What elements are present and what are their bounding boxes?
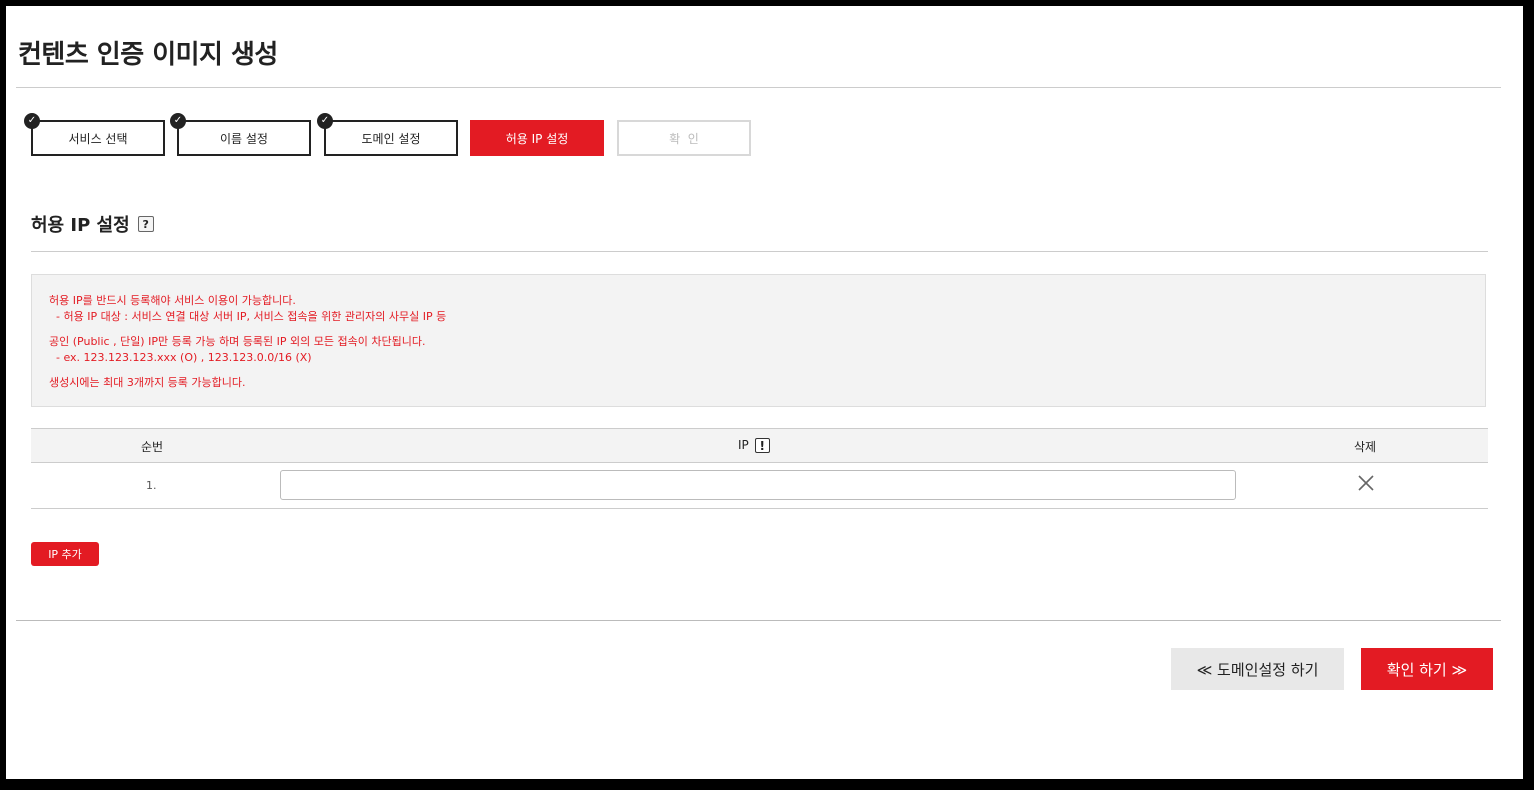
col-header-ip-label: IP: [738, 438, 749, 452]
step-domain-setting[interactable]: ✓ 도메인 설정: [317, 113, 458, 156]
step-service-select[interactable]: ✓ 서비스 선택: [24, 113, 165, 156]
col-header-ip: IP!: [738, 438, 770, 453]
check-circle-icon: ✓: [317, 113, 333, 129]
step-allowed-ip[interactable]: 허용 IP 설정: [470, 120, 604, 156]
divider: [16, 87, 1501, 88]
page-title: 컨텐츠 인증 이미지 생성: [18, 40, 278, 70]
notice-line: 생성시에는 최대 3개까지 등록 가능합니다.: [49, 376, 246, 389]
step-label: 허용 IP 설정: [505, 131, 569, 146]
col-header-delete: 삭제: [1354, 440, 1377, 454]
warning-icon[interactable]: !: [754, 438, 770, 453]
step-label: 이름 설정: [220, 131, 268, 146]
notice-line: - 허용 IP 대상 : 서비스 연결 대상 서버 IP, 서비스 접속을 위한…: [49, 310, 447, 323]
step-confirm: 확 인: [617, 120, 751, 156]
notice-line: - ex. 123.123.123.xxx (O) , 123.123.0.0/…: [49, 351, 312, 364]
row-number: 1.: [146, 479, 157, 492]
step-label: 확 인: [669, 131, 699, 146]
table-row: 1.: [31, 463, 1488, 509]
notice-line: 허용 IP를 반드시 등록해야 서비스 이용이 가능합니다.: [49, 294, 296, 307]
section-title: 허용 IP 설정 ?: [31, 211, 154, 237]
notice-line: 공인 (Public , 단일) IP만 등록 가능 하며 등록된 IP 외의 …: [49, 335, 426, 348]
add-ip-button[interactable]: IP 추가: [31, 542, 99, 566]
step-name-setting[interactable]: ✓ 이름 설정: [170, 113, 311, 156]
notice-box: 허용 IP를 반드시 등록해야 서비스 이용이 가능합니다. - 허용 IP 대…: [31, 274, 1486, 407]
app-window: 컨텐츠 인증 이미지 생성 ✓ 서비스 선택 ✓ 이름 설정 ✓ 도메인 설정 …: [6, 6, 1523, 779]
ip-table-header: 순번 IP! 삭제: [31, 428, 1488, 463]
section-title-text: 허용 IP 설정: [31, 215, 130, 236]
divider: [31, 251, 1488, 252]
divider: [16, 620, 1501, 621]
check-circle-icon: ✓: [170, 113, 186, 129]
check-circle-icon: ✓: [24, 113, 40, 129]
prev-domain-setting-button[interactable]: ≪ 도메인설정 하기: [1171, 648, 1344, 690]
step-label: 서비스 선택: [68, 131, 128, 146]
help-icon[interactable]: ?: [137, 216, 154, 232]
col-header-no: 순번: [141, 440, 164, 454]
next-confirm-button[interactable]: 확인 하기 ≫: [1361, 648, 1493, 690]
close-icon[interactable]: [1356, 473, 1376, 493]
step-label: 도메인 설정: [361, 131, 421, 146]
ip-input[interactable]: [280, 470, 1236, 500]
